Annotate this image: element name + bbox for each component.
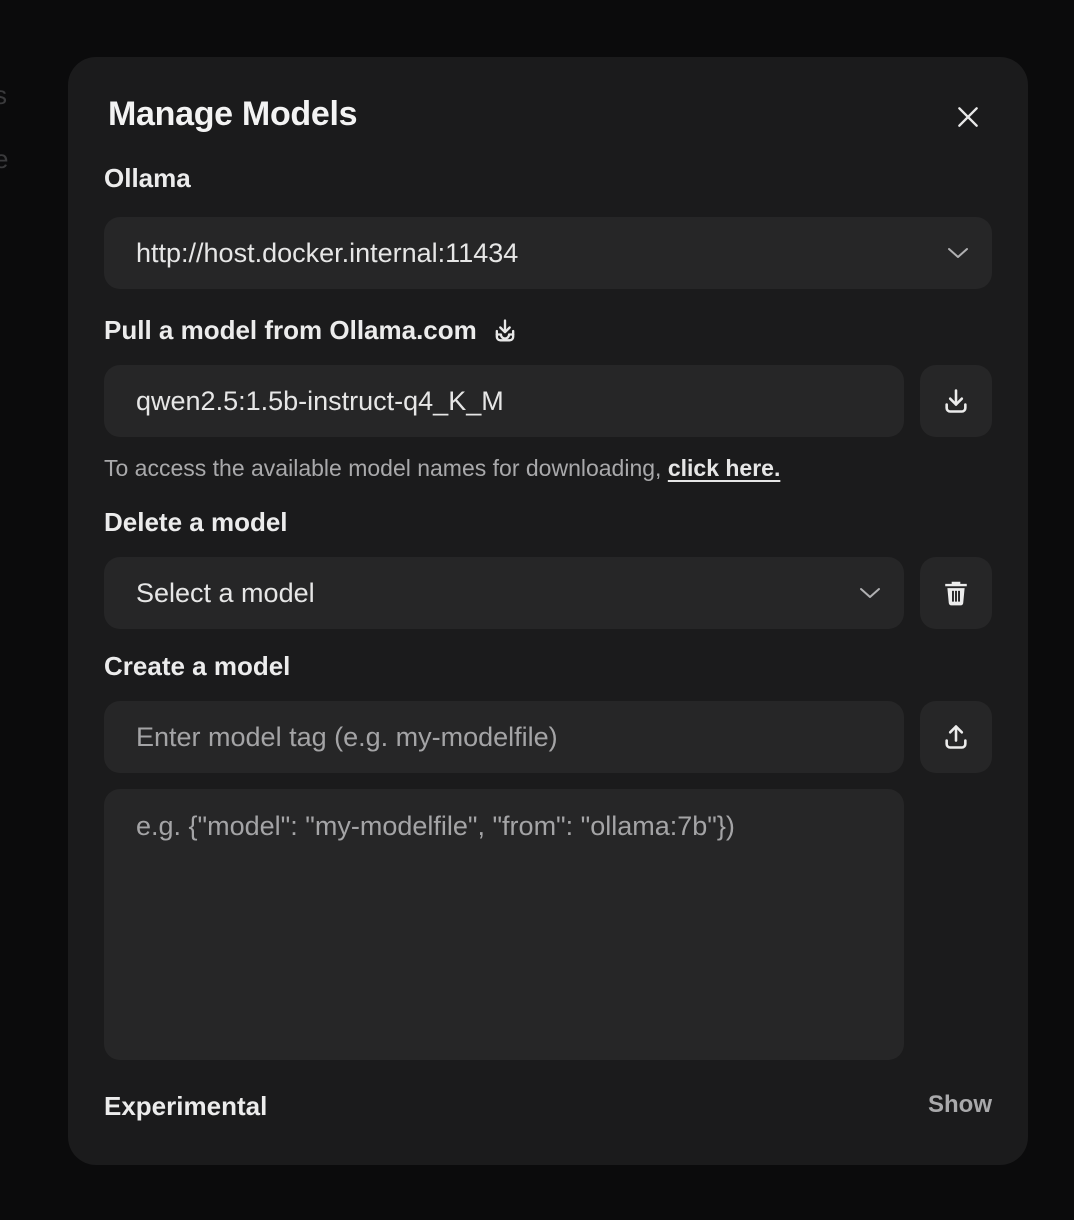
experimental-label: Experimental [104,1091,268,1121]
modelfile-content-textarea[interactable] [136,811,872,1038]
chevron-down-icon [948,248,968,258]
model-tag-input[interactable] [136,721,872,753]
delete-model-label: Delete a model [104,507,288,537]
delete-model-select[interactable]: Select a model [104,557,904,629]
close-icon [958,107,978,127]
download-tray-icon [495,318,515,341]
experimental-show-toggle[interactable]: Show [928,1091,992,1119]
pull-model-hint: To access the available model names for … [104,455,780,482]
pull-model-button[interactable] [920,365,992,437]
delete-model-button[interactable] [920,557,992,629]
hint-text: To access the available model names for … [104,455,668,481]
manage-models-modal: Manage Models Ollama http://host.docker.… [68,57,1028,1165]
model-tag-input-field[interactable] [104,701,904,773]
ollama-url-value: http://host.docker.internal:11434 [136,237,519,268]
modelfile-content-field[interactable] [104,789,904,1060]
pull-model-input[interactable] [136,385,872,417]
pull-model-input-field[interactable] [104,365,904,437]
ollama-url-select[interactable]: http://host.docker.internal:11434 [104,217,992,289]
click-here-link[interactable]: click here. [668,455,781,481]
modal-title: Manage Models [108,95,358,133]
ollama-label: Ollama [104,163,191,193]
delete-model-select-value: Select a model [136,577,315,608]
upload-icon [945,725,967,749]
create-model-label: Create a model [104,651,291,681]
pull-model-label: Pull a model from Ollama.com [104,315,519,346]
pull-model-label-text: Pull a model from Ollama.com [104,315,477,345]
close-button[interactable] [948,97,988,137]
trash-icon [945,581,967,606]
download-icon [945,389,967,413]
create-model-button[interactable] [920,701,992,773]
chevron-down-icon [860,588,880,598]
background-text-fragment: s [0,80,7,110]
background-text-fragment: e [0,144,9,174]
